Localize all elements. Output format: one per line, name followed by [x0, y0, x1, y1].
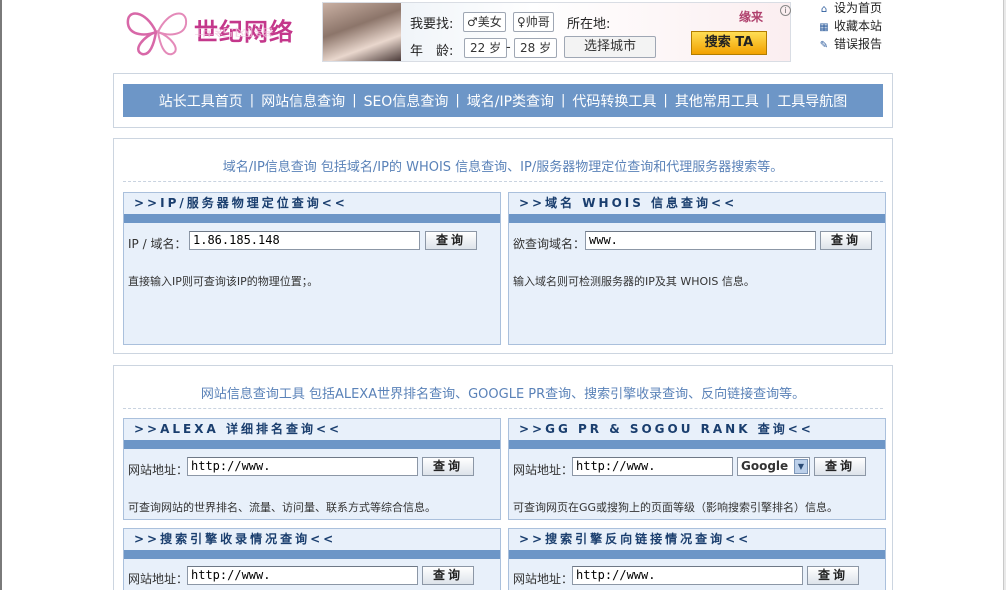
- main-nav-container: 站长工具首页 | 网站信息查询 | SEO信息查询 | 域名/IP类查询 | 代…: [113, 73, 893, 128]
- panel-header-bar: [509, 550, 885, 559]
- ad-city-button[interactable]: 选择城市: [564, 36, 656, 58]
- logo-reflection: 世纪网络: [194, 26, 274, 38]
- ad-info-icon[interactable]: i: [780, 5, 791, 16]
- whois-domain-input[interactable]: www.: [585, 231, 816, 250]
- panel-header-bar: [124, 550, 500, 559]
- panel-header-bar: [509, 440, 885, 449]
- window-left-border: [0, 0, 2, 590]
- panel-header-bar: [124, 214, 500, 223]
- index-field-label: 网站地址：: [128, 572, 189, 586]
- domain-ip-intro: 域名/IP信息查询 包括域名/IP的 WHOIS 信息查询、IP/服务器物理定位…: [222, 160, 784, 175]
- search-engine-selected: Google: [741, 459, 789, 473]
- pagerank-field-label: 网站地址：: [513, 463, 574, 477]
- whois-query-button[interactable]: 查询: [820, 231, 872, 250]
- alexa-url-input[interactable]: http://www.: [187, 457, 418, 476]
- backlink-panel: >>搜索引擎反向链接情况查询<< 网站地址： http://www. 查询: [508, 528, 886, 590]
- ad-find-label: 我要找:: [410, 17, 454, 32]
- butterfly-icon: [126, 12, 188, 56]
- nav-separator: |: [561, 93, 566, 108]
- backlink-url-input[interactable]: http://www.: [572, 566, 803, 585]
- site-info-section: 网站信息查询工具 包括ALEXA世界排名查询、GOOGLE PR查询、搜索引擎收…: [113, 365, 893, 590]
- search-engine-select[interactable]: Google ▼: [737, 457, 810, 476]
- ad-brand: 缘来: [739, 10, 764, 24]
- alexa-panel: >>ALEXA 详细排名查询<< 网站地址： http://www. 查询 可查…: [123, 418, 501, 520]
- chevron-down-icon: ▼: [794, 459, 808, 474]
- nav-item-domain-ip[interactable]: 域名/IP类查询: [467, 91, 554, 111]
- ip-input[interactable]: 1.86.185.148: [189, 231, 420, 250]
- ip-lookup-panel: >>IP/服务器物理定位查询<< IP / 域名： 1.86.185.148 查…: [123, 192, 501, 345]
- ad-couple-photo: [323, 3, 401, 61]
- ad-location-label: 所在地:: [567, 17, 611, 32]
- ad-age-dash: -: [506, 40, 511, 55]
- nav-separator: |: [455, 93, 460, 108]
- dating-ad-banner[interactable]: 我要找: ♂美女 ♀帅哥 所在地: 年 龄: 22 岁 - 28 岁 选择城市 …: [322, 2, 791, 62]
- ad-option-female[interactable]: ♂美女: [463, 12, 506, 32]
- pagerank-query-button[interactable]: 查询: [814, 457, 866, 476]
- ip-field-label: IP / 域名：: [128, 237, 187, 251]
- nav-separator: |: [663, 93, 668, 108]
- alexa-title: >>ALEXA 详细排名查询<<: [124, 419, 500, 440]
- pagerank-desc: 可查询网页在GG或搜狗上的页面等级（影响搜索引擎排名）信息。: [513, 501, 839, 514]
- nav-separator: |: [249, 93, 255, 108]
- pagerank-title: >>GG PR & SOGOU RANK 查询<<: [509, 419, 885, 440]
- ip-query-button[interactable]: 查询: [425, 231, 477, 250]
- site-logo[interactable]: 世纪网络 世纪网络: [124, 6, 314, 58]
- ad-age-from[interactable]: 22 岁: [464, 38, 508, 58]
- index-title: >>搜索引擎收录情况查询<<: [124, 529, 500, 550]
- edit-icon: ✎: [819, 40, 829, 51]
- nav-separator: |: [765, 93, 771, 108]
- backlink-field-label: 网站地址：: [513, 572, 574, 586]
- nav-item-site-info[interactable]: 网站信息查询: [261, 91, 345, 111]
- backlink-title: >>搜索引擎反向链接情况查询<<: [509, 529, 885, 550]
- site-info-intro: 网站信息查询工具 包括ALEXA世界排名查询、GOOGLE PR查询、搜索引擎收…: [200, 387, 806, 402]
- alexa-query-button[interactable]: 查询: [422, 457, 474, 476]
- alexa-desc: 可查询网站的世界排名、流量、访问量、联系方式等综合信息。: [128, 501, 436, 514]
- index-url-input[interactable]: http://www.: [187, 566, 418, 585]
- index-panel: >>搜索引擎收录情况查询<< 网站地址： http://www. 查询: [123, 528, 501, 590]
- nav-item-home[interactable]: 站长工具首页: [159, 91, 243, 111]
- ad-age-label: 年 龄:: [410, 44, 454, 59]
- whois-title: >>域名 WHOIS 信息查询<<: [509, 193, 885, 214]
- ip-lookup-title: >>IP/服务器物理定位查询<<: [124, 193, 500, 214]
- nav-item-code-convert[interactable]: 代码转换工具: [572, 91, 656, 111]
- nav-separator: |: [352, 93, 357, 108]
- alexa-field-label: 网站地址：: [128, 463, 189, 477]
- ad-search-button[interactable]: 搜索 TA: [691, 31, 767, 55]
- sitemap-icon: ▦: [819, 22, 829, 33]
- set-homepage-label: 设为首页: [834, 1, 883, 15]
- ad-option-male[interactable]: ♀帅哥: [513, 12, 554, 32]
- ip-lookup-desc: 直接输入IP则可查询该IP的物理位置；。: [128, 275, 319, 288]
- nav-item-other-tools[interactable]: 其他常用工具: [675, 91, 759, 111]
- nav-item-tool-map[interactable]: 工具导航图: [777, 91, 847, 111]
- error-report-link[interactable]: ✎ 错误报告: [818, 36, 882, 54]
- whois-field-label: 欲查询域名：: [513, 237, 586, 251]
- whois-panel: >>域名 WHOIS 信息查询<< 欲查询域名： www. 查询 输入域名则可检…: [508, 192, 886, 345]
- panel-header-bar: [124, 440, 500, 449]
- whois-desc: 输入域名则可检测服务器的IP及其 WHOIS 信息。: [513, 275, 755, 288]
- index-query-button[interactable]: 查询: [422, 566, 474, 585]
- main-nav: 站长工具首页 | 网站信息查询 | SEO信息查询 | 域名/IP类查询 | 代…: [123, 84, 883, 117]
- domain-ip-section: 域名/IP信息查询 包括域名/IP的 WHOIS 信息查询、IP/服务器物理定位…: [113, 138, 893, 354]
- home-icon: ⌂: [820, 4, 828, 15]
- backlink-query-button[interactable]: 查询: [807, 566, 859, 585]
- pagerank-url-input[interactable]: http://www.: [572, 457, 733, 476]
- set-homepage-link[interactable]: ⌂ 设为首页: [818, 0, 882, 18]
- bookmark-site-link[interactable]: ▦ 收藏本站: [818, 18, 882, 36]
- error-report-label: 错误报告: [834, 37, 883, 51]
- ad-age-to[interactable]: 28 岁: [514, 38, 558, 58]
- section-divider: [123, 181, 883, 182]
- pagerank-panel: >>GG PR & SOGOU RANK 查询<< 网站地址： http://w…: [508, 418, 886, 520]
- top-links: ⌂ 设为首页 ▦ 收藏本站 ✎ 错误报告: [818, 0, 882, 54]
- panel-header-bar: [509, 214, 885, 223]
- section-divider: [123, 408, 883, 409]
- bookmark-site-label: 收藏本站: [834, 19, 883, 33]
- nav-item-seo[interactable]: SEO信息查询: [364, 91, 449, 111]
